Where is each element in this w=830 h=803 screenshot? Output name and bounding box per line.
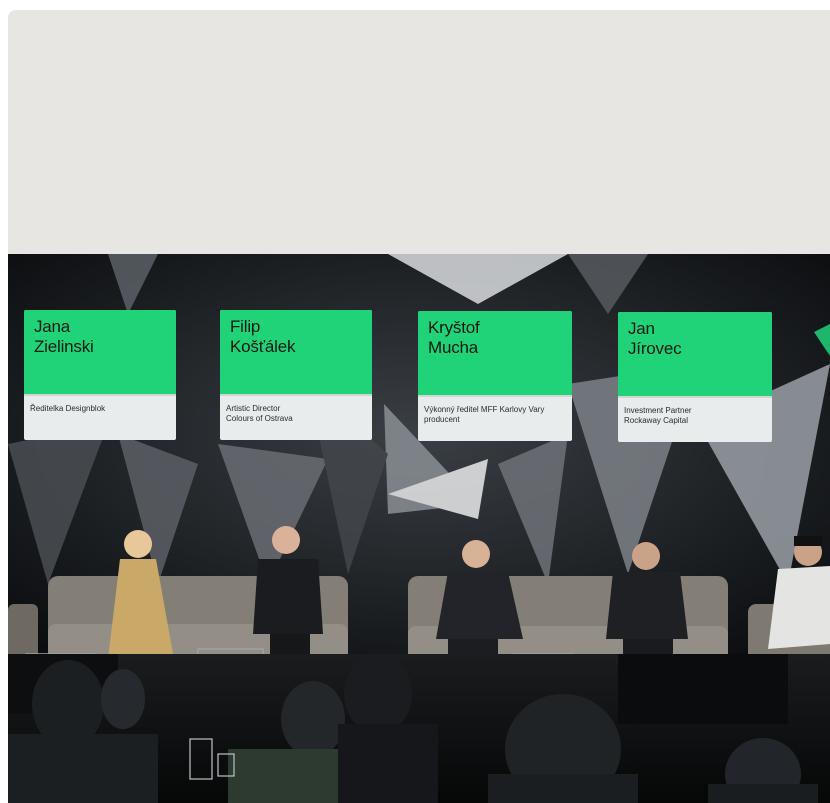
speaker-card-4: Jan Jírovec Investment Partner Rockaway … bbox=[618, 312, 772, 442]
speaker-name: Jan Jírovec bbox=[618, 312, 772, 396]
speaker-card-2: Filip Košťálek Artistic Director Colours… bbox=[220, 310, 372, 440]
conference-photo: Jana Zielinski Ředitelka Designblok Fili… bbox=[8, 254, 830, 803]
speaker-role-line: Rockaway Capital bbox=[624, 416, 689, 425]
speaker-first-name: Jan bbox=[628, 319, 655, 338]
speaker-role-line: Artistic Director bbox=[226, 404, 281, 413]
speaker-role-line: producent bbox=[424, 415, 460, 424]
speaker-last-name: Jírovec bbox=[628, 339, 682, 358]
speaker-name: Jana Zielinski bbox=[24, 310, 176, 394]
speaker-role: Ředitelka Designblok bbox=[24, 394, 176, 440]
speaker-role-line: Ředitelka Designblok bbox=[30, 404, 106, 413]
speaker-role: Investment Partner Rockaway Capital bbox=[618, 396, 772, 442]
speaker-role-line: Colours of Ostrava bbox=[226, 414, 293, 423]
speaker-card-1: Jana Zielinski Ředitelka Designblok bbox=[24, 310, 176, 440]
speaker-role-line: Investment Partner bbox=[624, 406, 692, 415]
speaker-name: Filip Košťálek bbox=[220, 310, 372, 394]
media-card: Jana Zielinski Ředitelka Designblok Fili… bbox=[8, 10, 830, 803]
image-placeholder bbox=[8, 10, 830, 254]
speaker-name: Kryštof Mucha bbox=[418, 311, 572, 395]
speaker-first-name: Kryštof bbox=[428, 318, 480, 337]
speaker-last-name: Košťálek bbox=[230, 337, 296, 356]
speaker-last-name: Mucha bbox=[428, 338, 479, 357]
speaker-first-name: Jana bbox=[34, 317, 71, 336]
speaker-role: Artistic Director Colours of Ostrava bbox=[220, 394, 372, 440]
speaker-first-name: Filip bbox=[230, 317, 261, 336]
speaker-role: Výkonný ředitel MFF Karlovy Vary produce… bbox=[418, 395, 572, 441]
speaker-role-line: Výkonný ředitel MFF Karlovy Vary bbox=[424, 405, 545, 414]
speaker-card-3: Kryštof Mucha Výkonný ředitel MFF Karlov… bbox=[418, 311, 572, 441]
speaker-last-name: Zielinski bbox=[34, 337, 94, 356]
